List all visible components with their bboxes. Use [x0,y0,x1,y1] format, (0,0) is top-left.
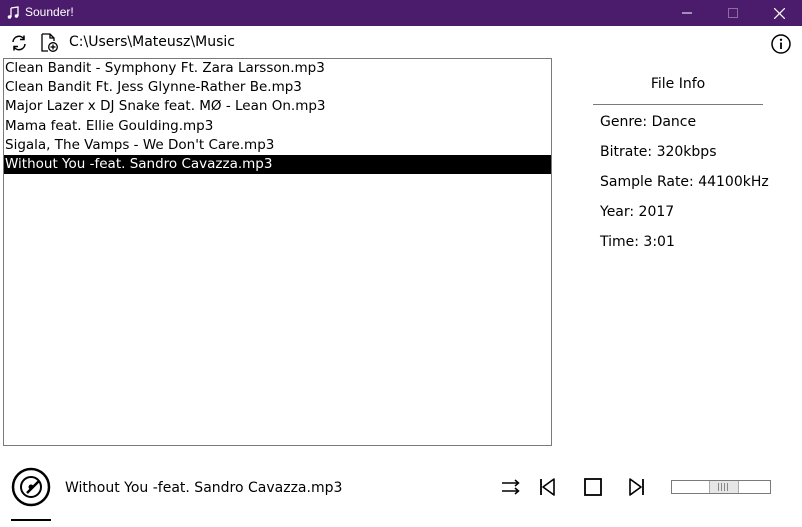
volume-slider[interactable] [671,480,771,494]
minimize-button[interactable] [664,0,710,26]
music-note-icon [6,5,20,19]
previous-icon [540,478,555,496]
add-file-button[interactable] [38,32,60,54]
minimize-icon [682,12,692,14]
stop-icon [584,478,602,496]
maximize-icon [728,8,738,18]
sample-rate-label: Sample Rate: 44100kHz [600,174,769,190]
stop-button[interactable] [580,474,606,500]
file-info-heading: File Info [650,76,706,92]
folder-path: C:\Users\Mateusz\Music [69,34,235,50]
info-button[interactable] [770,33,792,55]
refresh-icon [12,35,26,51]
disc-icon [11,467,51,507]
volume-slider-thumb[interactable] [709,481,739,493]
disc-underline [11,519,51,521]
title-bar: Sounder! [0,0,802,26]
next-button[interactable] [623,474,649,500]
now-playing-title: Without You -feat. Sandro Cavazza.mp3 [65,480,343,496]
file-list-item[interactable]: Without You -feat. Sandro Cavazza.mp3 [4,154,551,175]
shuffle-icon [502,479,520,495]
previous-button[interactable] [535,474,561,500]
file-list-item[interactable]: Major Lazer x DJ Snake feat. MØ - Lean O… [4,97,551,116]
file-list-item[interactable]: Sigala, The Vamps - We Don't Care.mp3 [4,136,551,155]
shuffle-button[interactable] [498,474,524,500]
bitrate-label: Bitrate: 320kbps [600,144,717,160]
maximize-button[interactable] [710,0,756,26]
next-icon [629,478,644,496]
genre-label: Genre: Dance [600,114,697,130]
refresh-button[interactable] [8,32,30,54]
add-file-icon [41,33,58,52]
window-title: Sounder! [25,5,74,19]
year-label: Year: 2017 [600,204,675,220]
file-list-item[interactable]: Mama feat. Ellie Goulding.mp3 [4,117,551,136]
file-list[interactable]: Clean Bandit - Symphony Ft. Zara Larsson… [3,58,552,446]
time-label: Time: 3:01 [600,234,675,250]
close-button[interactable] [756,0,802,26]
info-icon [771,34,791,54]
file-info-panel: File Info [593,76,763,105]
close-icon [773,7,785,19]
file-list-item[interactable]: Clean Bandit - Symphony Ft. Zara Larsson… [4,59,551,78]
file-info-divider [593,104,763,105]
file-list-item[interactable]: Clean Bandit Ft. Jess Glynne-Rather Be.m… [4,78,551,97]
